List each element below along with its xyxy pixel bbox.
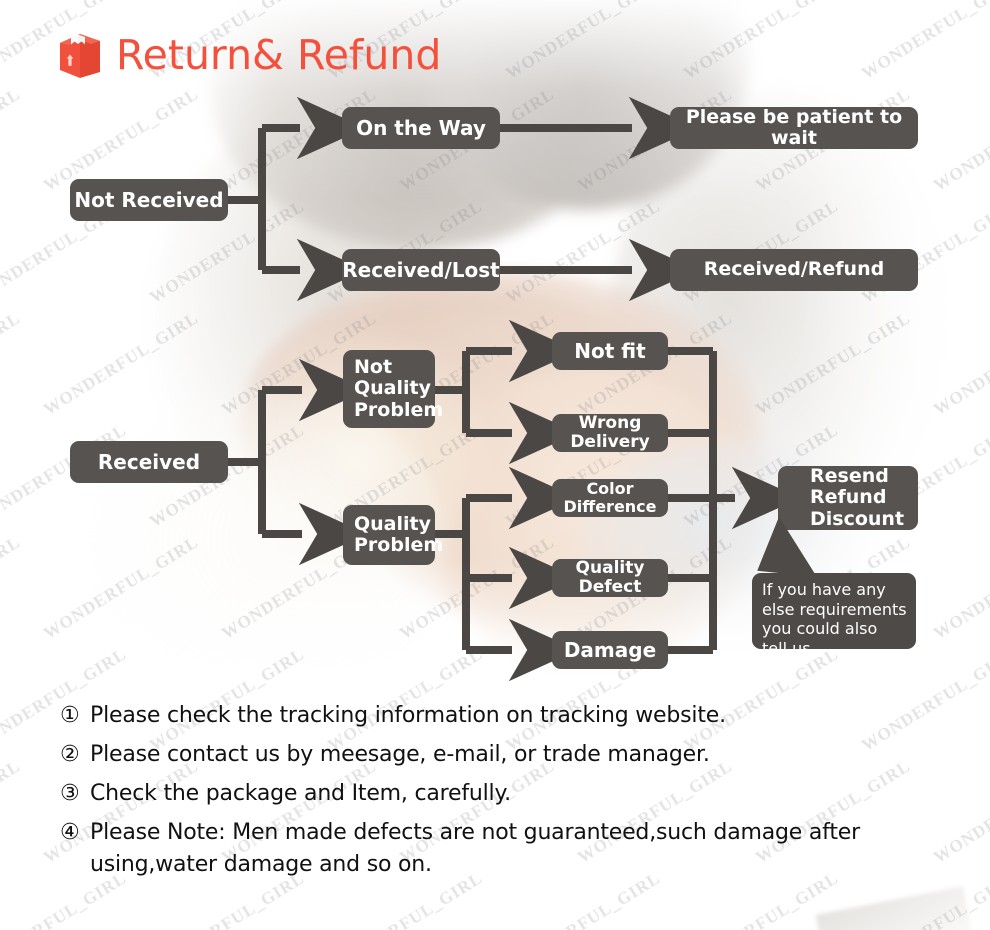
node-received-refund[interactable]: Received/Refund (670, 249, 918, 291)
callout-extra-requirements: If you have any else requirements you co… (752, 573, 916, 658)
note-item: ④ Please Note: Men made defects are not g… (60, 817, 960, 881)
corner-decoration (815, 886, 975, 930)
node-not-received[interactable]: Not Received (70, 179, 228, 221)
watermark-text: WONDERFUL_GIRL (0, 756, 24, 867)
note-item: ③ Check the package and Item, carefully. (60, 778, 960, 810)
node-not-quality-problem[interactable]: Not Quality Problem (343, 350, 443, 428)
node-quality-problem[interactable]: Quality Problem (343, 505, 443, 565)
notes-list: ① Please check the tracking information o… (60, 700, 960, 887)
node-on-the-way[interactable]: On the Way (342, 107, 500, 149)
note-item: ① Please check the tracking information o… (60, 700, 960, 732)
note-number: ④ (60, 819, 80, 845)
node-color-difference[interactable]: Color Difference (552, 479, 668, 517)
flowchart: Not Received On the Way Received/Lost Pl… (0, 0, 990, 700)
note-text: Please contact us by meesage, e-mail, or… (90, 741, 710, 767)
node-please-be-patient-to-wait[interactable]: Please be patient to wait (670, 106, 918, 149)
node-quality-defect[interactable]: Quality Defect (552, 558, 668, 597)
node-received[interactable]: Received (70, 441, 228, 483)
note-text: Please check the tracking information on… (90, 703, 726, 728)
node-not-fit[interactable]: Not fit (552, 332, 668, 370)
node-damage[interactable]: Damage (552, 631, 668, 669)
node-received-lost[interactable]: Received/Lost (342, 249, 500, 291)
note-text: Check the package and Item, carefully. (90, 780, 511, 806)
note-item: ② Please contact us by meesage, e-mail, o… (60, 739, 960, 771)
note-number: ① (60, 703, 80, 728)
return-refund-infographic: WONDERFUL_GIRL WONDERFUL_GIRL WONDERFUL_GI… (0, 0, 990, 930)
node-wrong-delivery[interactable]: Wrong Delivery (552, 413, 668, 452)
note-number: ③ (60, 780, 80, 806)
callout-tail (757, 515, 823, 577)
note-number: ② (60, 741, 80, 767)
note-text: Please Note: Men made defects are not gu… (90, 819, 860, 877)
